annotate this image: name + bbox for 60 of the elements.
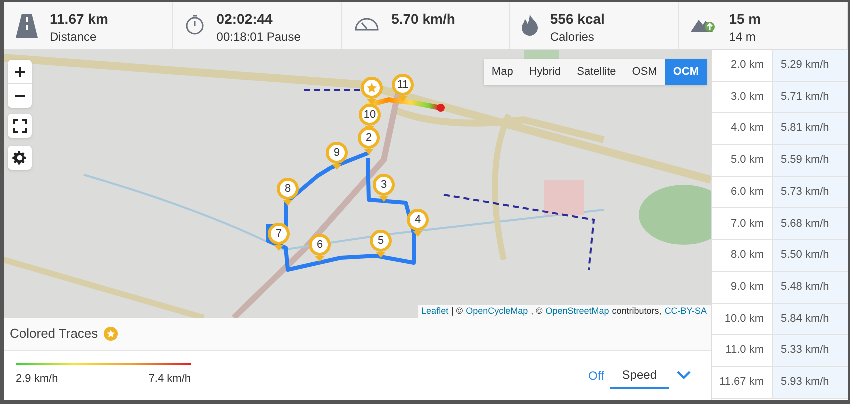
split-distance: 8.0 km: [730, 248, 765, 264]
split-distance: 11.0 km: [724, 343, 765, 358]
split-speed: 5.93 km/h: [772, 366, 848, 398]
map-layer-tab[interactable]: OCM: [665, 59, 707, 85]
split-speed: 5.81 km/h: [772, 113, 848, 144]
stat-value: 556 kcal: [550, 10, 605, 28]
split-distance: 11.67 km: [718, 374, 765, 390]
settings-icon: [12, 150, 28, 166]
attribution-link[interactable]: OpenCycleMap: [466, 305, 528, 318]
map-layer-tab[interactable]: Hybrid: [521, 59, 570, 85]
road-icon: [16, 14, 38, 38]
split-distance: 4.0 km: [730, 121, 765, 136]
split-distance: 3.0 km: [730, 90, 765, 105]
split-distance: 5.0 km: [730, 153, 765, 168]
star-icon: [366, 82, 378, 94]
map-layer-tab[interactable]: Map: [484, 59, 522, 85]
trace-mode-tab[interactable]: Off: [582, 362, 610, 388]
split-speed: 5.29 km/h: [772, 50, 848, 81]
map-layer-tab[interactable]: Satellite: [569, 59, 624, 85]
split-distance: 10.0 km: [724, 312, 765, 327]
settings-button[interactable]: [8, 146, 32, 170]
stat-value: 02:02:44: [216, 10, 274, 28]
attribution-text: | ©: [452, 305, 464, 318]
minus-icon: [15, 95, 25, 97]
star-badge-icon: [104, 327, 118, 341]
stopwatch-icon: [184, 14, 205, 36]
attribution-link[interactable]: OpenStreetMap: [546, 305, 610, 318]
split-distance: 7.0 km: [730, 216, 765, 232]
split-speed: 5.59 km/h: [772, 145, 848, 176]
split-distance: 2.0 km: [730, 58, 765, 74]
stat-label: 00:18:01 Pause: [216, 29, 301, 46]
split-speed: 5.84 km/h: [772, 304, 848, 334]
attribution-text: contributors,: [612, 305, 662, 318]
stat-value: 11.67 km: [50, 10, 108, 28]
attribution-text: , ©: [531, 305, 543, 318]
split-distance: 6.0 km: [730, 184, 765, 200]
split-distance: 9.0 km: [730, 280, 765, 295]
stat-label: 14 m: [729, 29, 757, 46]
map-layer-tab[interactable]: OSM: [624, 59, 666, 85]
split-speed: 5.71 km/h: [772, 82, 848, 112]
attribution-link[interactable]: CC-BY-SA: [664, 305, 707, 318]
split-speed: 5.33 km/h: [772, 335, 848, 366]
split-speed: 5.50 km/h: [772, 240, 848, 271]
stat-label: Distance: [50, 29, 98, 46]
split-speed: 5.73 km/h: [772, 176, 848, 208]
fullscreen-icon: [13, 119, 27, 133]
stat-value: 15 m: [729, 10, 762, 28]
trace-mode-tab[interactable]: Speed: [610, 362, 669, 388]
split-speed: 5.48 km/h: [772, 272, 848, 302]
flame-icon: [522, 14, 538, 36]
section-title: Colored Traces: [10, 325, 98, 344]
legend-min: 2.9 km/h: [16, 372, 58, 388]
plus-icon: [15, 66, 25, 76]
attribution-link[interactable]: Leaflet: [422, 305, 449, 318]
split-speed: 5.68 km/h: [772, 208, 848, 240]
fullscreen-button[interactable]: [8, 114, 32, 138]
legend-max: 7.4 km/h: [148, 372, 191, 388]
stat-value: 5.70 km/h: [392, 10, 456, 28]
stat-label: Calories: [550, 29, 596, 46]
chevron-down-icon: [677, 371, 691, 380]
